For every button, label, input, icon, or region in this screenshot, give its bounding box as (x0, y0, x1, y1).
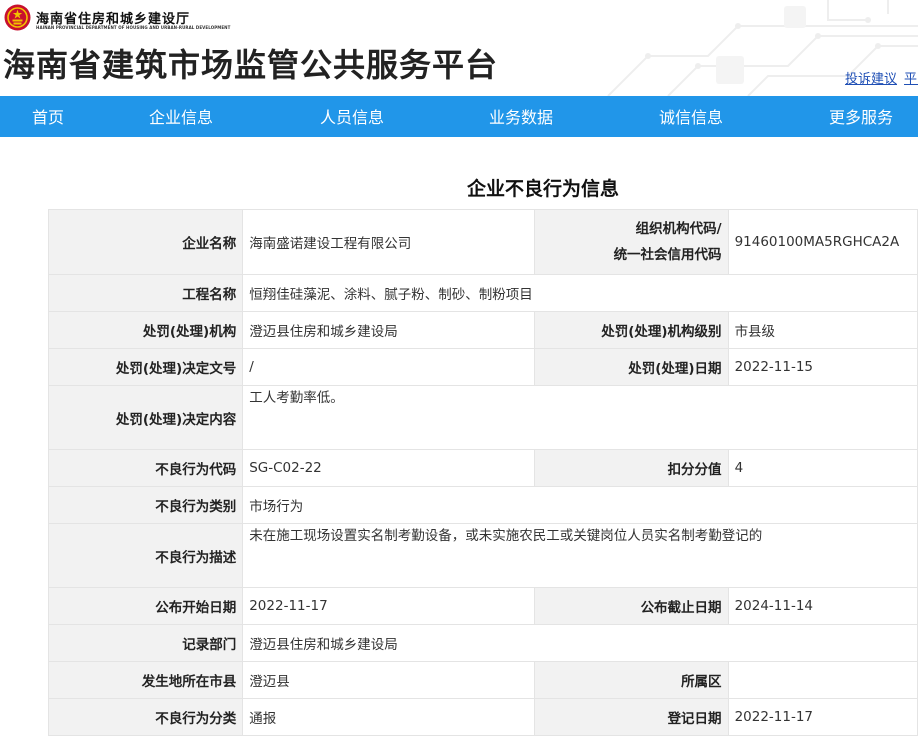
deduction-value: 4 (727, 449, 918, 487)
page-title: 企业不良行为信息 (466, 178, 619, 200)
district-label: 所属区 (533, 661, 729, 699)
top-links: 投诉建议平台 (845, 68, 918, 87)
nav-item-company-info[interactable]: 企业信息 (149, 96, 213, 137)
org-code-label-line2: 统一社会信用代码 (613, 247, 722, 263)
main-nav: 首页 企业信息 人员信息 业务数据 诚信信息 更多服务 (0, 96, 918, 137)
publish-start-label: 公布开始日期 (47, 587, 244, 625)
decision-content-value: 工人考勤率低。 (242, 385, 918, 450)
table-row: 企业名称 海南盛诺建设工程有限公司 组织机构代码/ 统一社会信用代码 91460… (47, 209, 918, 275)
nav-item-credit-info[interactable]: 诚信信息 (659, 96, 723, 137)
platform-link[interactable]: 平台 (904, 72, 918, 87)
table-row: 不良行为类别 市场行为 (47, 486, 918, 524)
behavior-code-label: 不良行为代码 (47, 449, 244, 487)
behavior-category-value: 市场行为 (242, 486, 918, 524)
penalty-org-label: 处罚(处理)机构 (47, 311, 244, 349)
penalty-date-value: 2022-11-15 (727, 348, 918, 386)
penalty-org-level-value: 市县级 (727, 311, 918, 349)
city-value: 澄迈县 (242, 661, 535, 699)
behavior-code-value: SG-C02-22 (242, 449, 535, 487)
company-name-label: 企业名称 (47, 209, 244, 275)
penalty-date-label: 处罚(处理)日期 (533, 348, 729, 386)
penalty-org-value: 澄迈县住房和城乡建设局 (242, 311, 535, 349)
decision-no-value: / (242, 348, 535, 386)
district-value (727, 661, 918, 699)
publish-end-value: 2024-11-14 (727, 587, 918, 625)
project-name-label: 工程名称 (47, 274, 244, 312)
city-label: 发生地所在市县 (47, 661, 244, 699)
table-row: 不良行为分类 通报 登记日期 2022-11-17 (47, 698, 918, 736)
nav-item-business-data[interactable]: 业务数据 (489, 96, 553, 137)
bad-behavior-info-table: 企业名称 海南盛诺建设工程有限公司 组织机构代码/ 统一社会信用代码 91460… (47, 209, 918, 736)
classification-label: 不良行为分类 (47, 698, 244, 736)
table-row: 不良行为代码 SG-C02-22 扣分分值 4 (47, 449, 918, 487)
table-row: 记录部门 澄迈县住房和城乡建设局 (47, 624, 918, 662)
project-name-value: 恒翔佳硅藻泥、涂料、腻子粉、制砂、制粉项目 (242, 274, 918, 312)
table-row: 处罚(处理)决定文号 / 处罚(处理)日期 2022-11-15 (47, 348, 918, 386)
table-row: 处罚(处理)机构 澄迈县住房和城乡建设局 处罚(处理)机构级别 市县级 (47, 311, 918, 349)
nav-item-home[interactable]: 首页 (32, 96, 64, 137)
table-row: 不良行为描述 未在施工现场设置实名制考勤设备，或未实施农民工或关键岗位人员实名制… (47, 523, 918, 588)
deduction-label: 扣分分值 (533, 449, 729, 487)
behavior-desc-value: 未在施工现场设置实名制考勤设备，或未实施农民工或关键岗位人员实名制考勤登记的 (242, 523, 918, 588)
table-row: 处罚(处理)决定内容 工人考勤率低。 (47, 385, 918, 450)
department-name-english: HAINAN PROVINCIAL DEPARTMENT OF HOUSING … (36, 25, 231, 30)
org-code-label-line1: 组织机构代码/ (635, 221, 722, 237)
publish-start-value: 2022-11-17 (242, 587, 535, 625)
record-dept-label: 记录部门 (47, 624, 244, 662)
register-date-value: 2022-11-17 (727, 698, 918, 736)
register-date-label: 登记日期 (533, 698, 729, 736)
company-name-value: 海南盛诺建设工程有限公司 (242, 209, 535, 275)
decision-content-label: 处罚(处理)决定内容 (47, 385, 244, 450)
behavior-category-label: 不良行为类别 (47, 486, 244, 524)
publish-end-label: 公布截止日期 (533, 587, 729, 625)
table-row: 工程名称 恒翔佳硅藻泥、涂料、腻子粉、制砂、制粉项目 (47, 274, 918, 312)
classification-value: 通报 (242, 698, 535, 736)
complaint-link[interactable]: 投诉建议 (845, 72, 897, 87)
decision-no-label: 处罚(处理)决定文号 (47, 348, 244, 386)
behavior-desc-label: 不良行为描述 (47, 523, 244, 588)
penalty-org-level-label: 处罚(处理)机构级别 (533, 311, 729, 349)
nav-item-more-services[interactable]: 更多服务 (829, 96, 893, 137)
table-row: 发生地所在市县 澄迈县 所属区 (47, 661, 918, 699)
nav-item-personnel-info[interactable]: 人员信息 (320, 96, 384, 137)
record-dept-value: 澄迈县住房和城乡建设局 (242, 624, 918, 662)
table-row: 公布开始日期 2022-11-17 公布截止日期 2024-11-14 (47, 587, 918, 625)
national-emblem-icon (4, 4, 31, 31)
org-code-label: 组织机构代码/ 统一社会信用代码 (533, 209, 729, 275)
site-title: 海南省建筑市场监管公共服务平台 (3, 46, 499, 84)
site-header: 海南省住房和城乡建设厅 HAINAN PROVINCIAL DEPARTMENT… (0, 0, 918, 96)
org-code-value: 91460100MA5RGHCA2A (727, 209, 918, 275)
